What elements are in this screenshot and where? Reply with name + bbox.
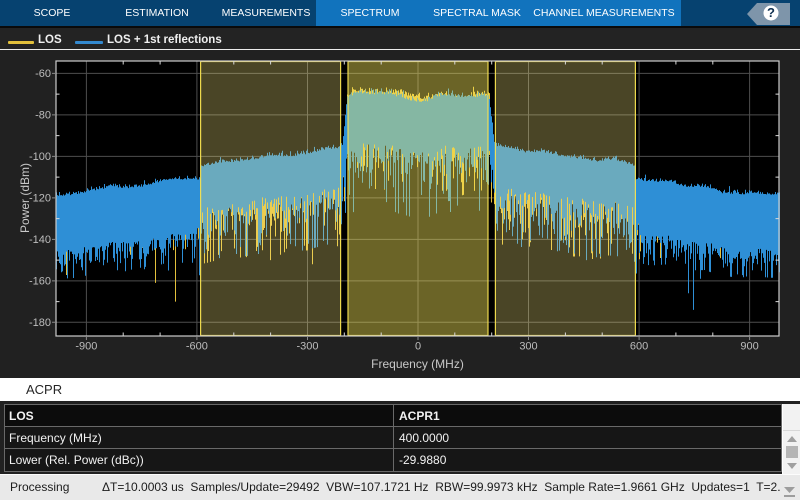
svg-text:-100: -100 (29, 151, 51, 163)
svg-text:-140: -140 (29, 234, 51, 246)
svg-text:0: 0 (415, 341, 421, 353)
svg-text:-120: -120 (29, 193, 51, 205)
svg-text:-600: -600 (186, 341, 208, 353)
svg-text:Power (dBm): Power (dBm) (18, 163, 32, 233)
svg-text:900: 900 (740, 341, 758, 353)
svg-text:-80: -80 (35, 110, 51, 122)
svg-text:-900: -900 (75, 341, 97, 353)
svg-text:Frequency (MHz): Frequency (MHz) (371, 357, 464, 371)
svg-text:300: 300 (519, 341, 537, 353)
svg-text:-160: -160 (29, 276, 51, 288)
svg-text:-60: -60 (35, 68, 51, 80)
svg-text:600: 600 (630, 341, 648, 353)
svg-text:-180: -180 (29, 317, 51, 329)
svg-text:-300: -300 (296, 341, 318, 353)
svg-text:?: ? (767, 5, 775, 20)
